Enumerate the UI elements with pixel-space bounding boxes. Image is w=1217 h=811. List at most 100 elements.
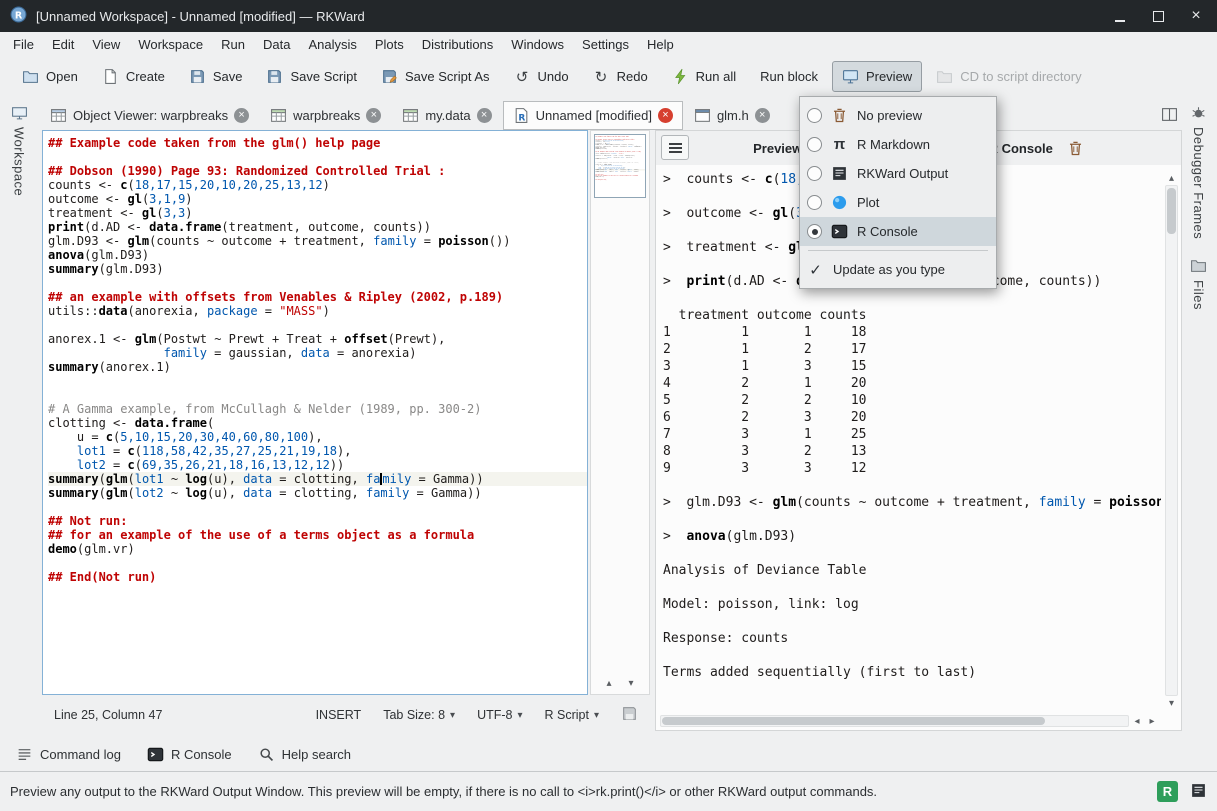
- code-line[interactable]: print(d.AD <- data.frame(treatment, outc…: [48, 220, 587, 234]
- code-line[interactable]: outcome <- gl(3,1,9): [48, 192, 587, 206]
- scroll-left-icon[interactable]: ◂: [1130, 714, 1144, 728]
- rail-item-debugger-frames[interactable]: Debugger Frames: [1190, 104, 1207, 239]
- code-line[interactable]: 9 3 3 12: [663, 460, 1161, 477]
- code-line[interactable]: 7 3 1 25: [663, 426, 1161, 443]
- code-line[interactable]: treatment outcome counts: [663, 307, 1161, 324]
- scrollbar-track[interactable]: [660, 715, 1129, 727]
- toolbar-button-save-script-as[interactable]: Save Script As: [371, 61, 500, 92]
- code-line[interactable]: summary(anorex.1): [48, 360, 587, 374]
- scroll-down-icon[interactable]: ▾: [1165, 696, 1179, 710]
- scrollbar-track[interactable]: [1165, 185, 1178, 696]
- code-line[interactable]: Response: counts: [663, 630, 1161, 647]
- preview-menu-item-no-preview[interactable]: No preview: [800, 101, 996, 130]
- tab-my-data[interactable]: my.data×: [392, 101, 501, 130]
- tab-close-icon[interactable]: ×: [658, 108, 673, 123]
- code-area[interactable]: ## Example code taken from the glm() hel…: [43, 131, 587, 584]
- code-line[interactable]: 1 1 1 18: [663, 324, 1161, 341]
- code-line[interactable]: 3 1 3 15: [663, 358, 1161, 375]
- code-line[interactable]: counts <- c(18,17,15,20,10,20,25,13,12): [48, 178, 587, 192]
- code-line[interactable]: glm.D93 <- glm(counts ~ outcome + treatm…: [48, 234, 587, 248]
- toolbar-button-run-all[interactable]: Run all: [662, 61, 746, 92]
- preview-menu-item-rkward-output[interactable]: RKWard Output: [800, 159, 996, 188]
- minimap-thumbnail[interactable]: ## Example code taken from the glm() hel…: [594, 134, 646, 198]
- toolbar-button-save-script[interactable]: Save Script: [256, 61, 366, 92]
- code-line[interactable]: [663, 613, 1161, 630]
- preview-menu-item-plot[interactable]: Plot: [800, 188, 996, 217]
- code-line[interactable]: clotting <- data.frame(: [48, 416, 587, 430]
- code-line[interactable]: demo(glm.vr): [48, 542, 587, 556]
- tab-close-icon[interactable]: ×: [477, 108, 492, 123]
- code-line[interactable]: ## Example code taken from the glm() hel…: [48, 136, 587, 150]
- scrollbar-thumb[interactable]: [1167, 188, 1176, 234]
- rkward-output-button[interactable]: [1190, 782, 1207, 802]
- rail-item-workspace[interactable]: Workspace: [11, 104, 28, 196]
- code-line[interactable]: summary(glm(lot1 ~ log(u), data = clotti…: [48, 472, 587, 486]
- code-line[interactable]: anorex.1 <- glm(Postwt ~ Prewt + Treat +…: [48, 332, 587, 346]
- menu-item-settings[interactable]: Settings: [573, 33, 638, 56]
- code-line[interactable]: summary(glm(lot2 ~ log(u), data = clotti…: [48, 486, 587, 500]
- toolbar-button-cd-to-script-directory[interactable]: CD to script directory: [926, 61, 1091, 92]
- code-line[interactable]: 4 2 1 20: [663, 375, 1161, 392]
- code-line[interactable]: [663, 545, 1161, 562]
- scrollbar-thumb[interactable]: [662, 717, 1045, 725]
- console-vertical-scrollbar[interactable]: ▴ ▾: [1164, 171, 1179, 710]
- preview-menu-item-r-console[interactable]: R Console: [800, 217, 996, 246]
- code-line[interactable]: > glm.D93 <- glm(counts ~ outcome + trea…: [663, 494, 1161, 511]
- code-line[interactable]: utils::data(anorexia, package = "MASS"): [48, 304, 587, 318]
- toolbar-button-create[interactable]: Create: [92, 61, 175, 92]
- dock-button-command-log[interactable]: Command log: [10, 744, 127, 765]
- dock-button-help-search[interactable]: Help search: [252, 744, 357, 765]
- code-line[interactable]: ## End(Not run): [48, 570, 587, 584]
- tab-unnamed-modified[interactable]: RUnnamed [modified]×: [503, 101, 683, 130]
- tab-size-select[interactable]: Tab Size: 8 ▾: [383, 708, 455, 722]
- code-line[interactable]: treatment <- gl(3,3): [48, 206, 587, 220]
- pane-menu-button[interactable]: [661, 135, 689, 160]
- dock-button-r-console[interactable]: R Console: [141, 744, 238, 765]
- menu-item-view[interactable]: View: [83, 33, 129, 56]
- script-editor[interactable]: ## Example code taken from the glm() hel…: [42, 130, 588, 695]
- close-preview-button[interactable]: [1067, 140, 1084, 157]
- tab-close-icon[interactable]: ×: [366, 108, 381, 123]
- scroll-down-icon[interactable]: ▾: [624, 676, 638, 690]
- code-line[interactable]: lot1 = c(118,58,42,35,27,25,21,19,18),: [48, 444, 587, 458]
- code-line[interactable]: anova(glm.D93): [48, 248, 587, 262]
- tab-glm-h[interactable]: glm.h×: [684, 101, 780, 130]
- r-engine-status[interactable]: R: [1157, 781, 1178, 802]
- menu-item-file[interactable]: File: [4, 33, 43, 56]
- code-line[interactable]: Terms added sequentially (first to last): [663, 664, 1161, 681]
- scroll-up-icon[interactable]: ▴: [602, 676, 616, 690]
- save-indicator[interactable]: [621, 705, 638, 725]
- cursor-position[interactable]: Line 25, Column 47: [54, 708, 162, 722]
- tab-close-icon[interactable]: ×: [234, 108, 249, 123]
- input-mode[interactable]: INSERT: [316, 708, 362, 722]
- toolbar-button-run-block[interactable]: Run block: [750, 62, 828, 91]
- code-line[interactable]: ## Not run:: [48, 514, 587, 528]
- code-line[interactable]: # A Gamma example, from McCullagh & Neld…: [48, 402, 587, 416]
- menu-item-distributions[interactable]: Distributions: [413, 33, 503, 56]
- code-line[interactable]: Model: poisson, link: log: [663, 596, 1161, 613]
- code-line[interactable]: 2 1 2 17: [663, 341, 1161, 358]
- code-line[interactable]: [663, 477, 1161, 494]
- preview-menu-item-update-as-you-type[interactable]: ✓Update as you type: [800, 255, 996, 284]
- code-line[interactable]: [48, 276, 587, 290]
- menu-item-plots[interactable]: Plots: [366, 33, 413, 56]
- code-line[interactable]: 8 3 2 13: [663, 443, 1161, 460]
- code-line[interactable]: [48, 556, 587, 570]
- editor-scrollbar-minimap[interactable]: ## Example code taken from the glm() hel…: [590, 130, 650, 695]
- code-line[interactable]: [48, 150, 587, 164]
- console-horizontal-scrollbar[interactable]: ◂ ▸: [660, 714, 1159, 728]
- code-line[interactable]: ## an example with offsets from Venables…: [48, 290, 587, 304]
- titlebar-maximize-icon[interactable]: [1147, 5, 1169, 27]
- encoding-select[interactable]: UTF-8 ▾: [477, 708, 522, 722]
- menu-item-windows[interactable]: Windows: [502, 33, 573, 56]
- toolbar-button-save[interactable]: Save: [179, 61, 253, 92]
- filetype-select[interactable]: R Script ▾: [545, 708, 599, 722]
- code-line[interactable]: 5 2 2 10: [663, 392, 1161, 409]
- toolbar-button-preview[interactable]: Preview: [832, 61, 922, 92]
- rail-item-files[interactable]: Files: [1190, 257, 1207, 310]
- code-line[interactable]: family = gaussian, data = anorexia): [48, 346, 587, 360]
- menu-item-workspace[interactable]: Workspace: [129, 33, 212, 56]
- code-line[interactable]: [663, 698, 1161, 712]
- code-area[interactable]: ## Example code taken from the glm() hel…: [595, 135, 646, 180]
- menu-item-edit[interactable]: Edit: [43, 33, 83, 56]
